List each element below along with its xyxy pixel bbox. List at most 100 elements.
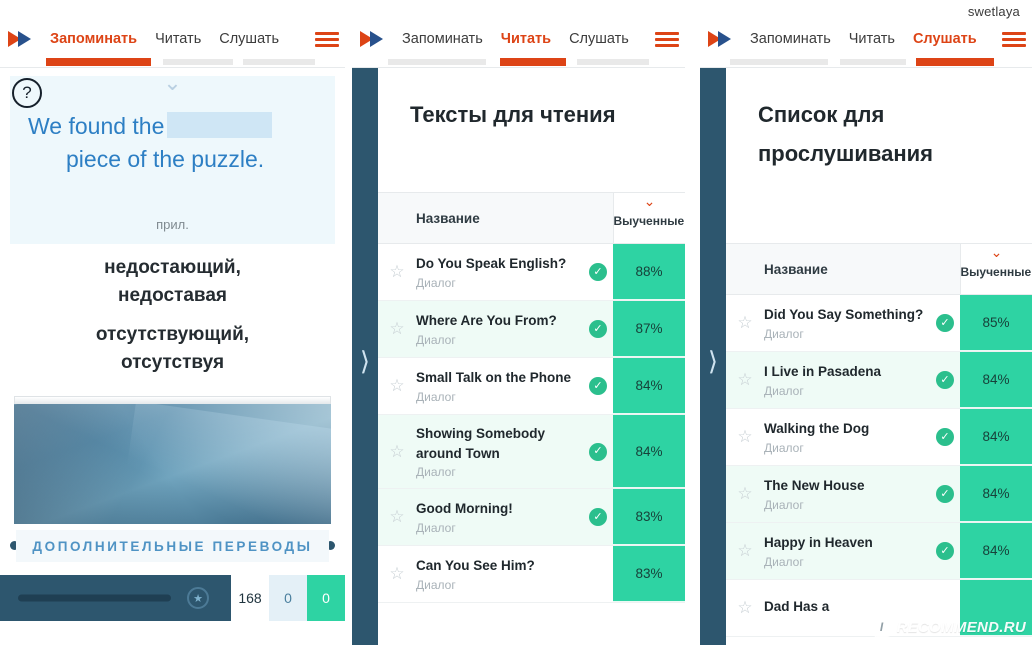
table-row[interactable]: ☆ The New House Диалог ✓ 84%: [726, 466, 1032, 523]
row-subtitle: Диалог: [416, 332, 456, 347]
star-icon[interactable]: ☆: [726, 370, 764, 390]
star-icon[interactable]: ☆: [378, 319, 416, 339]
nav-tabs: Запоминать Читать Слушать: [41, 31, 315, 47]
row-content[interactable]: ☆ Did You Say Something? Диалог ✓: [726, 295, 960, 351]
row-content[interactable]: ☆ Do You Speak English? Диалог ✓: [378, 244, 613, 300]
table-row[interactable]: ☆ Walking the Dog Диалог ✓ 84%: [726, 409, 1032, 466]
row-content[interactable]: ☆ I Live in Pasadena Диалог ✓: [726, 352, 960, 408]
tab-listen[interactable]: Слушать: [904, 31, 986, 47]
tab-memorize[interactable]: Запоминать: [393, 31, 492, 47]
table-row[interactable]: ☆ Do You Speak English? Диалог ✓ 88%: [378, 244, 685, 301]
translation-line: недостающий,: [104, 257, 241, 278]
sentence-line-2: piece of the puzzle.: [66, 145, 265, 172]
star-icon[interactable]: ☆: [726, 484, 764, 504]
star-icon[interactable]: ☆: [726, 313, 764, 333]
row-title: Happy in Heaven: [764, 535, 873, 551]
sentence-text: We found the piece of the puzzle.: [28, 110, 321, 175]
answer-blank[interactable]: [167, 112, 273, 138]
row-title: Good Morning!: [416, 501, 513, 517]
screenshot-root: swetlaya Запоминать Читать Слушать ⌄ ? W…: [0, 0, 1032, 645]
table-row[interactable]: ☆ I Live in Pasadena Диалог ✓ 84%: [726, 352, 1032, 409]
row-content[interactable]: ☆ Good Morning! Диалог ✓: [378, 489, 613, 545]
table-row[interactable]: ☆ Where Are You From? Диалог ✓ 87%: [378, 301, 685, 358]
star-icon[interactable]: ☆: [726, 598, 764, 618]
tab-underline-listen: [577, 59, 649, 65]
tab-memorize[interactable]: Запоминать: [741, 31, 840, 47]
tab-read[interactable]: Читать: [840, 31, 904, 47]
table-row[interactable]: ☆ Happy in Heaven Диалог ✓ 84%: [726, 523, 1032, 580]
panel-gap-2: [685, 76, 700, 645]
column-header-learned[interactable]: ⌄ Выученные слова: [613, 193, 685, 243]
hamburger-menu-icon[interactable]: [1002, 29, 1026, 50]
learned-percent: 88%: [613, 244, 685, 300]
learned-percent: 84%: [613, 358, 685, 414]
row-content[interactable]: ☆ Walking the Dog Диалог ✓: [726, 409, 960, 465]
chevron-right-icon: ⟩: [707, 345, 719, 376]
row-subtitle: Диалог: [416, 520, 456, 535]
check-circle-icon: ✓: [583, 377, 613, 395]
row-subtitle: Диалог: [416, 465, 456, 480]
table-row[interactable]: ☆ Showing Somebody around Town Диалог ✓ …: [378, 415, 685, 490]
top-nav-panel3: Запоминать Читать Слушать: [700, 22, 1032, 56]
row-subtitle: Диалог: [764, 554, 804, 569]
chevron-down-icon[interactable]: ⌄: [163, 72, 181, 94]
check-circle-icon: ✓: [583, 508, 613, 527]
column-header-name[interactable]: Название: [378, 193, 613, 243]
star-icon[interactable]: ☆: [378, 507, 416, 527]
tab-memorize[interactable]: Запоминать: [41, 31, 146, 47]
star-icon[interactable]: ☆: [378, 376, 416, 396]
column-header-name[interactable]: Название: [726, 244, 960, 294]
watermark-text: RECOMMEND.RU: [896, 618, 1026, 636]
sentence-line-1: We found the: [28, 113, 165, 139]
top-nav-panel2: Запоминать Читать Слушать: [352, 22, 685, 56]
hamburger-menu-icon[interactable]: [655, 29, 679, 50]
question-mark-icon[interactable]: ?: [12, 78, 42, 108]
tab-listen[interactable]: Слушать: [210, 31, 288, 47]
counter-learning[interactable]: 0: [269, 575, 307, 621]
table-header: Название ⌄ Выученные слова: [726, 243, 1032, 295]
slider-track[interactable]: [18, 594, 171, 602]
column-header-learned-label: Выученные слова: [613, 215, 686, 229]
hamburger-menu-icon[interactable]: [315, 29, 339, 50]
row-content[interactable]: ☆ Where Are You From? Диалог ✓: [378, 301, 613, 357]
learned-percent: 83%: [613, 489, 685, 546]
tab-listen[interactable]: Слушать: [560, 31, 638, 47]
star-icon[interactable]: ☆: [378, 262, 416, 282]
star-icon[interactable]: ☆: [378, 564, 416, 584]
row-content[interactable]: ☆ Showing Somebody around Town Диалог ✓: [378, 415, 613, 488]
learned-percent: 84%: [960, 523, 1032, 579]
row-content[interactable]: ☆ Can You See Him? Диалог: [378, 546, 613, 602]
row-content[interactable]: ☆ Happy in Heaven Диалог ✓: [726, 523, 960, 579]
sentence-card: We found the piece of the puzzle. прил.: [10, 76, 335, 244]
next-panel-button-1[interactable]: ⟩: [352, 76, 378, 645]
row-content[interactable]: ☆ The New House Диалог ✓: [726, 466, 960, 522]
column-header-learned-label: Выученные слова: [960, 266, 1032, 280]
progress-slider[interactable]: ★: [0, 575, 231, 621]
counter-learned[interactable]: 0: [307, 575, 345, 621]
next-panel-button-2[interactable]: ⟩: [700, 76, 726, 645]
row-subtitle: Диалог: [764, 440, 804, 455]
star-icon[interactable]: ☆: [378, 442, 416, 462]
row-texts: Walking the Dog Диалог: [764, 419, 930, 455]
translation-line: отсутствуя: [120, 351, 225, 373]
check-circle-icon: ✓: [930, 428, 960, 446]
row-title: Showing Somebody around Town: [416, 426, 546, 461]
table-row[interactable]: ☆ Can You See Him? Диалог 83%: [378, 546, 685, 604]
star-icon[interactable]: ☆: [726, 541, 764, 561]
row-content[interactable]: ☆ Small Talk on the Phone Диалог ✓: [378, 358, 613, 414]
award-badge-icon[interactable]: ★: [187, 587, 209, 609]
column-header-learned[interactable]: ⌄ Выученные слова: [960, 244, 1032, 294]
page-title: Тексты для чтения: [410, 102, 616, 127]
tab-read[interactable]: Читать: [492, 31, 560, 47]
counter-total[interactable]: 168: [231, 575, 269, 621]
table-row[interactable]: ☆ Good Morning! Диалог ✓ 83%: [378, 489, 685, 547]
table-row[interactable]: ☆ Small Talk on the Phone Диалог ✓ 84%: [378, 358, 685, 415]
learned-percent: 83%: [613, 546, 685, 603]
table-row[interactable]: ☆ Did You Say Something? Диалог ✓ 85%: [726, 295, 1032, 352]
tab-underline-read: [163, 59, 233, 65]
star-icon[interactable]: ☆: [726, 427, 764, 447]
extra-translations-button[interactable]: ДОПОЛНИТЕЛЬНЫЕ ПЕРЕВОДЫ: [16, 530, 329, 562]
row-texts: I Live in Pasadena Диалог: [764, 362, 930, 398]
learned-percent: 84%: [960, 352, 1032, 408]
tab-read[interactable]: Читать: [146, 31, 210, 47]
